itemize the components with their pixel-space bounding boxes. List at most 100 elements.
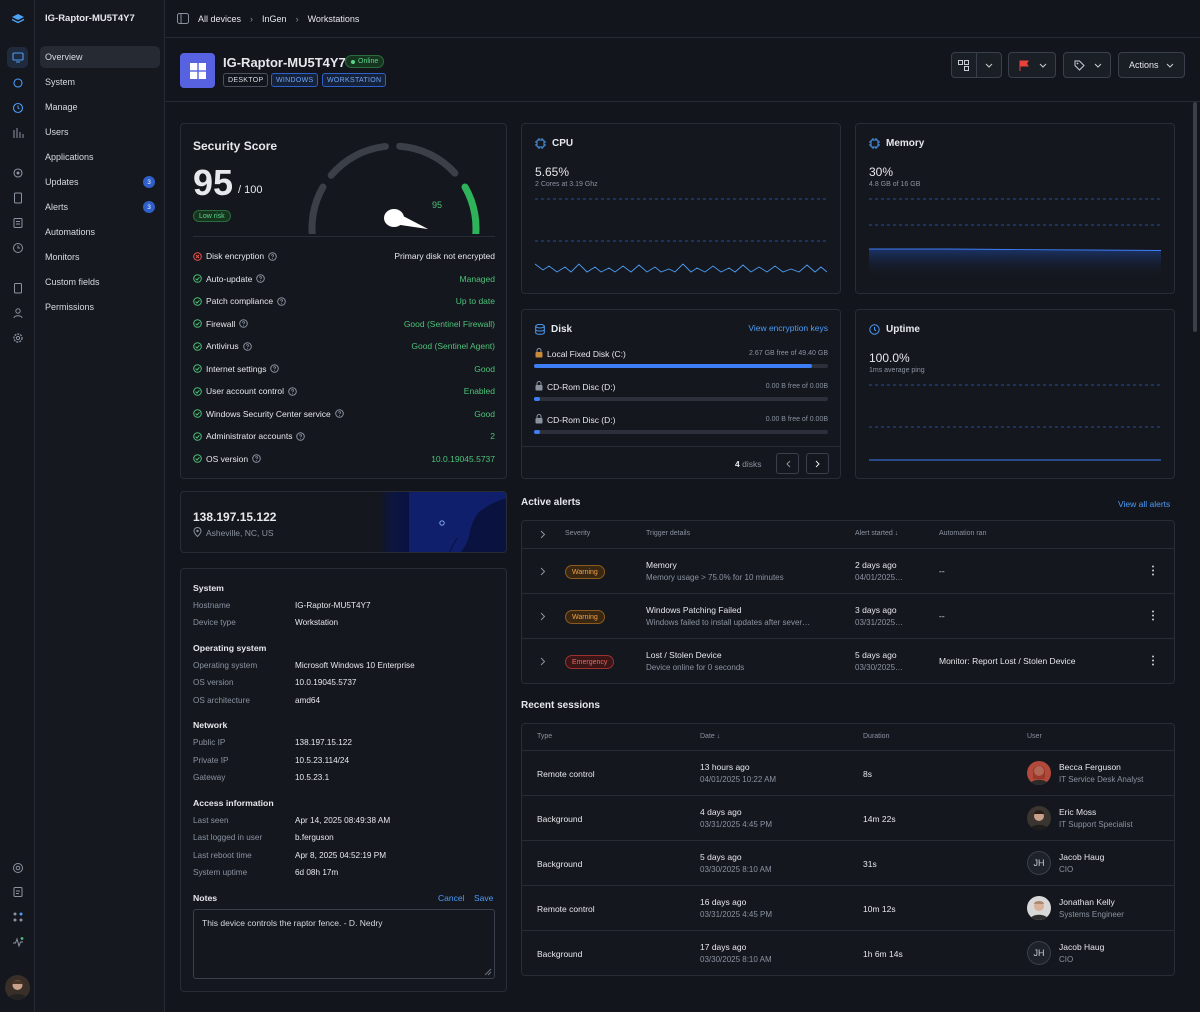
help-icon[interactable] (7, 857, 28, 878)
session-user-name: Becca Ferguson (1059, 762, 1121, 772)
help-circle-icon[interactable] (270, 364, 280, 373)
public-ip: 138.197.15.122 (193, 510, 277, 524)
help-circle-icon[interactable] (256, 274, 266, 283)
device-type-value: Workstation (295, 618, 339, 627)
breadcrumb-ingen[interactable]: InGen (262, 14, 287, 24)
app-logo-icon[interactable] (7, 8, 28, 29)
col-automation-ran[interactable]: Automation ran (939, 530, 986, 537)
col-alert-started[interactable]: Alert started ↓ (855, 530, 898, 537)
os-label: Operating system (193, 661, 258, 670)
document-icon[interactable] (7, 187, 28, 208)
session-row[interactable]: Remote control 13 hours ago 04/01/2025 10:… (522, 750, 1174, 795)
clock-alert-icon[interactable] (7, 97, 28, 118)
kebab-menu-icon[interactable] (1151, 655, 1155, 666)
disk-prev-button[interactable] (776, 453, 799, 474)
help-circle-icon[interactable] (242, 341, 252, 351)
col-trigger-details[interactable]: Trigger details (646, 530, 690, 537)
help-circle-icon[interactable] (252, 454, 261, 463)
col-user[interactable]: User (1027, 733, 1042, 740)
session-date: 04/01/2025 10:22 AM (700, 775, 777, 784)
notes-save-button[interactable]: Save (474, 893, 493, 903)
help-circle-icon[interactable] (277, 296, 286, 306)
nav-item-updates[interactable]: Updates 3 (40, 171, 160, 193)
nav-item-automations[interactable]: Automations (40, 221, 160, 243)
alert-row[interactable]: Warning Memory Memory usage > 75.0% for 10… (522, 548, 1174, 593)
alert-row[interactable]: Emergency Lost / Stolen Device Device onli… (522, 638, 1174, 683)
chevron-down-icon[interactable] (977, 63, 1002, 68)
session-row[interactable]: Background 17 days ago 03/30/2025 8:10 AM 1… (522, 930, 1174, 975)
user-avatar[interactable] (5, 975, 30, 1000)
chevron-down-icon (1094, 63, 1102, 68)
expand-chevron-icon[interactable] (540, 657, 546, 666)
devices-icon[interactable] (7, 47, 28, 68)
kebab-menu-icon[interactable] (1151, 610, 1155, 621)
public-ip-value: 138.197.15.122 (295, 738, 352, 747)
session-row[interactable]: Background 5 days ago 03/30/2025 8:10 AM 31… (522, 840, 1174, 885)
sidebar-toggle-icon[interactable] (177, 13, 189, 24)
cpu-chip-icon (535, 138, 546, 149)
remote-access-button[interactable] (951, 52, 1002, 78)
integrations-icon[interactable] (7, 906, 28, 927)
col-severity[interactable]: Severity (565, 530, 590, 537)
nav-item-system[interactable]: System (40, 71, 160, 93)
session-row[interactable]: Remote control 16 days ago 03/31/2025 4:45… (522, 885, 1174, 930)
clipboard-icon[interactable] (7, 277, 28, 298)
col-duration[interactable]: Duration (863, 733, 889, 740)
kebab-menu-icon[interactable] (1151, 565, 1155, 576)
last-seen-value: Apr 14, 2025 08:49:38 AM (295, 816, 391, 825)
session-ago: 13 hours ago (700, 762, 750, 772)
flag-button[interactable] (1008, 52, 1056, 78)
nav-item-monitors[interactable]: Monitors (40, 246, 160, 268)
session-user-name: Jacob Haug (1059, 942, 1105, 952)
nav-item-custom-fields[interactable]: Custom fields (40, 271, 160, 293)
expand-chevron-icon[interactable] (540, 567, 546, 576)
security-item-label: Antivirus (206, 341, 239, 351)
gear-icon[interactable] (7, 327, 28, 348)
nav-item-overview[interactable]: Overview (40, 46, 160, 68)
expand-all-chevron-icon[interactable] (540, 530, 546, 539)
divider (522, 446, 840, 447)
sync-icon[interactable] (7, 72, 28, 93)
notes-icon[interactable] (7, 881, 28, 902)
nav-item-applications[interactable]: Applications (40, 146, 160, 168)
list-icon[interactable] (7, 212, 28, 233)
alert-row[interactable]: Warning Windows Patching Failed Windows fa… (522, 593, 1174, 638)
history-icon[interactable] (7, 237, 28, 258)
view-encryption-keys-link[interactable]: View encryption keys (748, 323, 828, 333)
breadcrumb-workstations[interactable]: Workstations (308, 14, 360, 24)
icon-rail (0, 0, 35, 1012)
help-circle-icon[interactable] (296, 431, 306, 441)
user-icon[interactable] (7, 302, 28, 323)
view-all-alerts-link[interactable]: View all alerts (1118, 499, 1170, 509)
scrollbar-thumb[interactable] (1193, 102, 1197, 332)
nav-item-manage[interactable]: Manage (40, 96, 160, 118)
check-circle-icon (193, 409, 202, 418)
reports-icon[interactable] (7, 122, 28, 143)
actions-button[interactable]: Actions (1118, 52, 1185, 78)
help-circle-icon[interactable] (268, 251, 277, 261)
resize-handle-icon[interactable] (484, 968, 492, 976)
nav-item-users[interactable]: Users (40, 121, 160, 143)
disk-next-button[interactable] (806, 453, 829, 474)
help-circle-icon[interactable] (239, 319, 249, 328)
security-item-row: OS version 10.0.19045.5737 (193, 454, 495, 464)
session-row[interactable]: Background 4 days ago 03/31/2025 4:45 PM 14… (522, 795, 1174, 840)
col-type[interactable]: Type (537, 733, 552, 740)
tag-button[interactable] (1063, 52, 1111, 78)
breadcrumb-all-devices[interactable]: All devices (198, 14, 241, 24)
settings-cog-icon[interactable] (7, 162, 28, 183)
notes-textarea[interactable]: This device controls the raptor fence. -… (193, 909, 495, 979)
help-circle-icon[interactable] (288, 386, 297, 396)
os-version-row: OS version 10.0.19045.5737 (193, 678, 356, 687)
cpu-title: CPU (552, 138, 574, 149)
nav-item-alerts[interactable]: Alerts 3 (40, 196, 160, 218)
disk-count-label: disks (742, 459, 762, 469)
device-header: IG-Raptor-MU5T4Y7 Online DESKTOP WINDOWS… (165, 38, 1200, 102)
sessions-table: Type Date ↓ Duration User Remote control… (521, 723, 1175, 976)
expand-chevron-icon[interactable] (540, 612, 546, 621)
help-circle-icon[interactable] (334, 409, 344, 418)
activity-icon[interactable] (7, 931, 28, 952)
nav-item-permissions[interactable]: Permissions (40, 296, 160, 318)
col-date[interactable]: Date ↓ (700, 733, 720, 740)
notes-cancel-button[interactable]: Cancel (438, 893, 464, 903)
